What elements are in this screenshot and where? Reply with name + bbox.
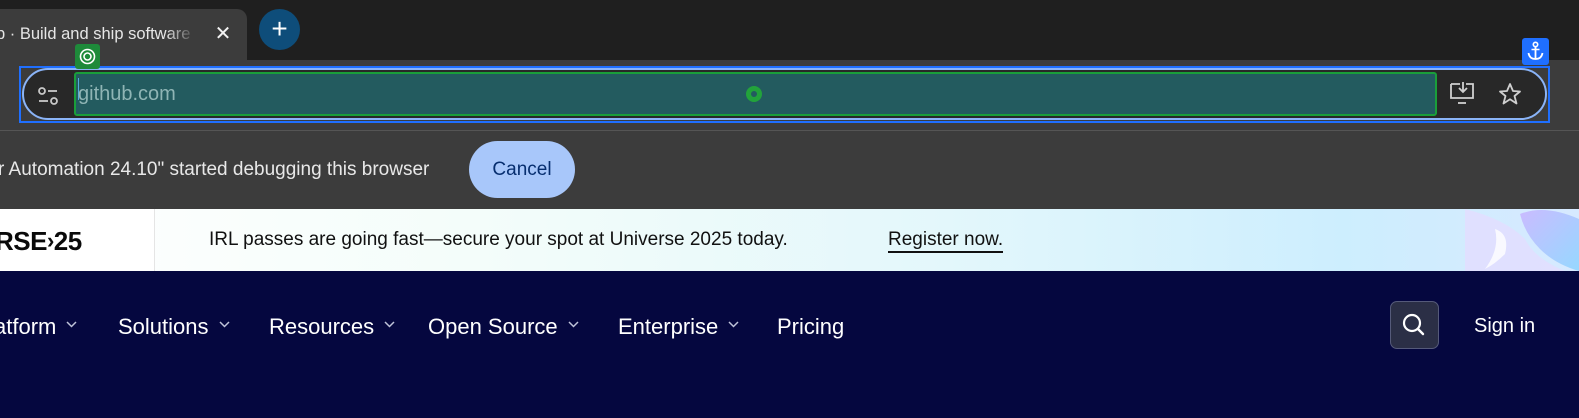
- chevron-down-icon: [218, 321, 230, 328]
- chevron-down-icon: [384, 321, 395, 328]
- nav-platform[interactable]: atform: [0, 313, 77, 341]
- nav-resources[interactable]: Resources: [269, 313, 395, 341]
- anchor-icon: [1522, 38, 1549, 65]
- nav-pricing[interactable]: Pricing: [777, 313, 844, 341]
- url-input[interactable]: github.com: [78, 81, 176, 107]
- banner-message: IRL passes are going fast—secure your sp…: [209, 229, 788, 250]
- target-icon: [75, 44, 100, 69]
- nav-enterprise-label: Enterprise: [618, 314, 719, 339]
- bookmark-star-icon[interactable]: [1497, 81, 1523, 107]
- search-icon: [1402, 313, 1425, 336]
- nav-open-source-label: Open Source: [428, 314, 558, 339]
- universe-logo[interactable]: RSE›25: [0, 226, 82, 256]
- chevron-down-icon: [568, 321, 579, 328]
- click-target-icon: [746, 86, 762, 102]
- new-tab-button[interactable]: +: [259, 9, 300, 50]
- search-button[interactable]: [1390, 301, 1439, 349]
- nav-open-source[interactable]: Open Source: [428, 313, 579, 341]
- banner-decoration: [1465, 209, 1579, 271]
- register-now-link[interactable]: Register now.: [888, 229, 1004, 253]
- site-settings-icon[interactable]: [36, 84, 60, 108]
- infobar-message: r Automation 24.10" started debugging th…: [0, 159, 430, 180]
- tab-title: p · Build and ship software: [0, 25, 191, 43]
- nav-solutions-label: Solutions: [118, 314, 209, 339]
- chevron-down-icon: [728, 321, 739, 328]
- chevron-down-icon: [66, 321, 77, 328]
- nav-resources-label: Resources: [269, 314, 375, 339]
- install-app-icon[interactable]: [1448, 81, 1476, 107]
- nav-enterprise[interactable]: Enterprise: [618, 313, 739, 341]
- nav-platform-label: atform: [0, 314, 57, 339]
- browser-tab[interactable]: p · Build and ship software ✕: [0, 9, 247, 60]
- nav-pricing-label: Pricing: [777, 314, 845, 339]
- tab-close-icon[interactable]: ✕: [213, 24, 233, 44]
- cancel-debugging-button[interactable]: Cancel: [469, 141, 575, 198]
- sign-in-link[interactable]: Sign in: [1474, 313, 1535, 339]
- nav-solutions[interactable]: Solutions: [118, 313, 230, 341]
